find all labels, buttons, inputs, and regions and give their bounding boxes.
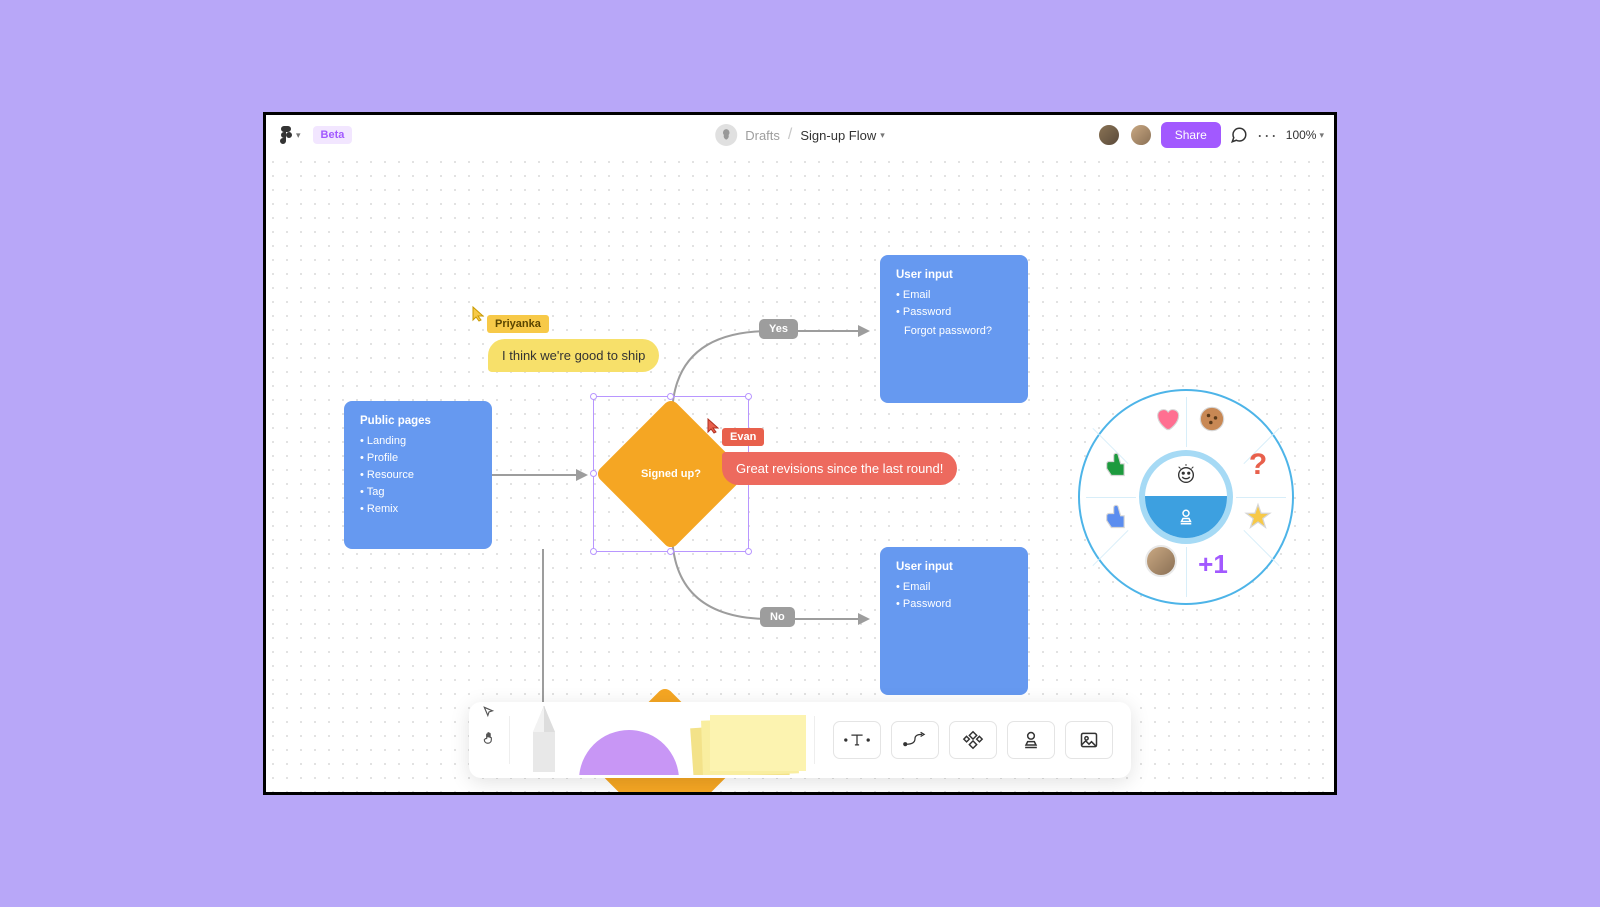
- document-title[interactable]: Sign-up Flow ▾: [800, 128, 884, 143]
- list-item: Remix: [360, 501, 476, 518]
- list-item: Password: [896, 596, 1012, 613]
- extra-text: Forgot password?: [896, 325, 1012, 337]
- diamond-label: Signed up?: [617, 420, 725, 528]
- hand-tool[interactable]: [479, 728, 499, 748]
- breadcrumb-separator: /: [788, 126, 792, 144]
- more-menu-button[interactable]: ···: [1257, 125, 1278, 146]
- collaborator-avatar-1[interactable]: [1097, 123, 1121, 147]
- node-title: User input: [896, 561, 1012, 573]
- node-signed-up[interactable]: Signed up?: [617, 420, 725, 528]
- breadcrumb-root[interactable]: Drafts: [745, 128, 780, 143]
- canvas[interactable]: Public pages Landing Profile Resource Ta…: [266, 155, 1334, 792]
- cursor-tag-evan: Evan: [722, 428, 764, 446]
- image-tool[interactable]: [1065, 721, 1113, 759]
- node-list: Email Password: [896, 287, 1012, 321]
- node-title: Public pages: [360, 415, 476, 427]
- reaction-wheel[interactable]: ? +1: [1078, 389, 1294, 605]
- cursor-tag-priyanka: Priyanka: [487, 315, 549, 333]
- stamp-icon: [1145, 496, 1227, 538]
- app-window: ▾ Beta Drafts / Sign-up Flow ▾ Share ···: [263, 112, 1337, 795]
- reaction-heart-icon[interactable]: [1149, 401, 1185, 437]
- titlebar: ▾ Beta Drafts / Sign-up Flow ▾ Share ···: [266, 115, 1334, 155]
- cursor-evan-icon: [707, 418, 721, 434]
- main-menu-button[interactable]: ▾: [276, 124, 305, 146]
- node-user-input-top[interactable]: User input Email Password Forgot passwor…: [880, 255, 1028, 403]
- beta-badge: Beta: [313, 126, 353, 144]
- chevron-down-icon: ▾: [296, 130, 301, 141]
- text-tool[interactable]: [833, 721, 881, 759]
- doc-icon: [715, 124, 737, 146]
- edge-label-yes[interactable]: Yes: [759, 319, 798, 339]
- reaction-plus-one-icon[interactable]: +1: [1195, 546, 1231, 582]
- node-list: Email Password: [896, 579, 1012, 613]
- zoom-control[interactable]: 100% ▾: [1286, 128, 1324, 142]
- reaction-star-icon[interactable]: [1240, 499, 1276, 535]
- node-user-input-bottom[interactable]: User input Email Password: [880, 547, 1028, 695]
- list-item: Landing: [360, 433, 476, 450]
- select-tool[interactable]: [479, 702, 499, 722]
- list-item: Email: [896, 287, 1012, 304]
- reaction-question-icon[interactable]: ?: [1240, 447, 1276, 483]
- node-title: User input: [896, 269, 1012, 281]
- sticky-note-tool[interactable]: [684, 705, 810, 775]
- cursor-priyanka-icon: [472, 306, 486, 322]
- doc-title-text: Sign-up Flow: [800, 128, 876, 143]
- shape-tool[interactable]: [574, 705, 684, 775]
- collaborator-avatar-2[interactable]: [1129, 123, 1153, 147]
- list-item: Tag: [360, 484, 476, 501]
- reaction-thumbs-up-icon[interactable]: [1098, 447, 1134, 483]
- node-public-pages[interactable]: Public pages Landing Profile Resource Ta…: [344, 401, 492, 549]
- reaction-cookie-icon[interactable]: [1194, 401, 1230, 437]
- pencil-tool[interactable]: [514, 705, 574, 775]
- connector-tool[interactable]: [891, 721, 939, 759]
- comment-evan[interactable]: Great revisions since the last round!: [722, 452, 957, 485]
- list-item: Email: [896, 579, 1012, 596]
- list-item: Password: [896, 304, 1012, 321]
- zoom-value: 100%: [1286, 128, 1317, 142]
- reaction-thumbs-down-icon[interactable]: [1098, 499, 1134, 535]
- bottom-toolbar: [469, 702, 1131, 778]
- figma-icon: [280, 126, 292, 144]
- reaction-avatar-icon[interactable]: [1143, 543, 1179, 579]
- smiley-icon: [1145, 464, 1227, 486]
- list-item: Resource: [360, 467, 476, 484]
- edge-label-no[interactable]: No: [760, 607, 795, 627]
- chevron-down-icon: ▾: [880, 130, 885, 141]
- comment-priyanka[interactable]: I think we're good to ship: [488, 339, 659, 372]
- node-list: Landing Profile Resource Tag Remix: [360, 433, 476, 518]
- chevron-down-icon: ▾: [1319, 130, 1324, 141]
- list-item: Profile: [360, 450, 476, 467]
- reaction-wheel-center[interactable]: [1139, 450, 1233, 544]
- stamp-tool[interactable]: [1007, 721, 1055, 759]
- share-button[interactable]: Share: [1161, 122, 1221, 148]
- comment-icon[interactable]: [1229, 125, 1249, 145]
- shape-library-tool[interactable]: [949, 721, 997, 759]
